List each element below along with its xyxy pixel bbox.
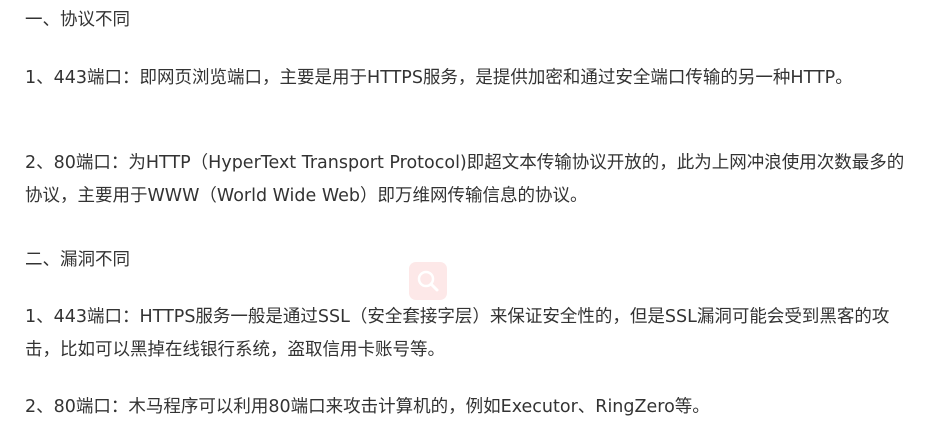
paragraph: 2、80端口：为HTTP（HyperText Transport Protoco… [25,153,905,206]
paragraph: 1、443端口：即网页浏览端口，主要是用于HTTPS服务，是提供加密和通过安全端… [25,68,853,88]
section-heading: 一、协议不同 [25,10,130,30]
paragraph: 2、80端口：木马程序可以利用80端口来攻击计算机的，例如Executor、Ri… [25,397,710,417]
search-icon[interactable] [409,262,447,300]
section-heading: 二、漏洞不同 [25,250,130,270]
paragraph: 1、443端口：HTTPS服务一般是通过SSL（安全套接字层）来保证安全性的，但… [25,307,890,360]
